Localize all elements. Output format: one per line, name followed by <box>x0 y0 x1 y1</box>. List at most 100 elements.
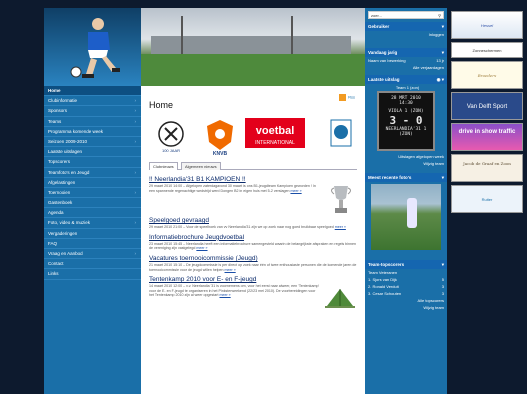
chevron-right-icon: › <box>134 189 137 195</box>
topscorers-more-link[interactable]: Alle topscorers <box>365 297 447 304</box>
news-tabs: Clubnieuws Algemeen nieuws <box>149 162 357 170</box>
trophy-icon <box>331 186 351 213</box>
topscorer-name[interactable]: Cesar Schouten <box>372 291 401 296</box>
topscorer-goals: 5 <box>441 277 444 282</box>
news-excerpt: 23 maart 2010 15:45 – Neerlandia heeft e… <box>149 242 357 251</box>
sponsor-column: Hessel Zonneschermen Broeders Van Delft … <box>447 8 527 394</box>
svg-text:100 JAAR: 100 JAAR <box>162 148 180 153</box>
nav-item-afgelastingen[interactable]: Afgelastingen <box>44 178 141 188</box>
rss-icon[interactable]: ◉ ▾ <box>437 75 444 84</box>
sponsor-banner[interactable]: Hessel <box>451 11 523 39</box>
nav-item-sponsors[interactable]: Sponsors › <box>44 106 141 117</box>
news-title[interactable]: Tentenkamp 2010 voor E- en F-jeugd <box>149 276 321 283</box>
sponsor-banner[interactable]: Zonneschermen <box>451 42 523 58</box>
topscorers-team[interactable]: Team Veteranen <box>365 269 447 276</box>
nav-item-agenda[interactable]: Agenda <box>44 208 141 219</box>
search-icon[interactable]: ⚲ <box>438 12 441 19</box>
topscorer-row: 3. Cesar Schouten 3 <box>365 290 447 297</box>
banner-floodlight <box>181 16 183 56</box>
jubilee-logo[interactable]: 100 JAAR <box>151 114 191 156</box>
nav-item-teams[interactable]: Teams › <box>44 117 141 127</box>
read-more-link[interactable]: meer » <box>335 225 346 229</box>
news-title[interactable]: Vacatures toernooicommissie (Jeugd) <box>149 255 357 262</box>
rss-link[interactable]: Rss <box>339 94 355 101</box>
uitslag-team[interactable]: Team 1 (zon) <box>365 84 447 91</box>
nav-item-seizoen[interactable]: Seizoen 2009-2010 › <box>44 137 141 148</box>
chevron-right-icon: › <box>134 220 137 226</box>
nav-item-gastenboek[interactable]: Gastenboek <box>44 198 141 209</box>
nav-item-programma[interactable]: Programma komende week <box>44 127 141 137</box>
knvb-logo[interactable]: KNVB <box>205 118 235 156</box>
news-title[interactable]: !! Neerlandia'31 B1 KAMPIOEN !! <box>149 176 321 183</box>
content-area: Home 100 JAAR KNVB voetbal INTERNATIONAL <box>141 86 365 309</box>
recent-photo[interactable] <box>371 184 441 250</box>
news-item: Informatiebrochure Jeugdvoetbal 23 maart… <box>149 234 357 251</box>
topscorer-goals: 3 <box>441 284 444 289</box>
nav-label: Seizoen 2009-2010 <box>48 138 88 144</box>
news-text: 29 maart 2010 21:00 – Voor de speelhoek … <box>149 225 334 230</box>
stichting-logo[interactable] <box>329 118 353 148</box>
topscorers-header: Team-topscorers ▾ <box>365 260 447 269</box>
jarig-title: Vandaag jarig <box>368 50 398 55</box>
nav-item-vergaderingen[interactable]: Vergaderingen <box>44 229 141 239</box>
uitslag-header: Laatste uitslag ◉ ▾ <box>365 75 447 84</box>
tab-algemeen-nieuws[interactable]: Algemeen nieuws <box>181 162 221 170</box>
chevron-down-icon[interactable]: ▾ <box>442 260 444 269</box>
nav-item-foto-video[interactable]: Foto, video & muziek › <box>44 218 141 229</box>
sponsor-banner[interactable]: Broeders <box>451 61 523 89</box>
nav-item-home[interactable]: Home <box>44 86 141 97</box>
news-title[interactable]: Speelgoed gevraagd <box>149 217 357 224</box>
nav-label: Toernooien <box>48 189 71 195</box>
scoreboard: 28 MRT 2010 14:30 VIOLA 1 (ZON) 3 - 0 NE… <box>377 91 435 151</box>
svg-text:INTERNATIONAL: INTERNATIONAL <box>255 140 295 146</box>
chevron-down-icon[interactable]: ▾ <box>442 173 444 182</box>
sponsor-banner[interactable]: drive in show traffic <box>451 123 523 151</box>
jarig-more-link[interactable]: Alle verjaardagen <box>365 64 447 71</box>
news-item: Speelgoed gevraagd 29 maart 2010 21:00 –… <box>149 217 357 230</box>
uitslag-more-link[interactable]: Uitslagen afgelopen week <box>365 153 447 160</box>
main-content: Rss Home 100 JAAR KNVB voetbal INTERNATI… <box>141 8 365 394</box>
read-more-link[interactable]: meer » <box>290 189 301 193</box>
news-text: 21 maart 2010 15:10 – De jeugdcommissie … <box>149 262 357 272</box>
tab-clubnieuws[interactable]: Clubnieuws <box>149 162 178 170</box>
read-more-link[interactable]: meer » <box>225 268 236 272</box>
nav-item-faq[interactable]: FAQ <box>44 239 141 249</box>
nav-item-clubinformatie[interactable]: Clubinformatie › <box>44 96 141 107</box>
uitslag-change-team[interactable]: Wijzig team <box>365 160 447 167</box>
search-input[interactable]: zoer... ⚲ <box>368 11 444 19</box>
search-placeholder: zoer... <box>371 13 382 18</box>
footballer-icon <box>70 18 120 78</box>
read-more-link[interactable]: meer » <box>219 293 230 297</box>
chevron-down-icon[interactable]: ▾ <box>442 22 444 31</box>
sponsor-banner[interactable]: Jacob de Graaf en Zoon <box>451 154 523 182</box>
chevron-down-icon[interactable]: ▾ <box>442 48 444 57</box>
jarig-name[interactable]: Naam van bewerking <box>368 58 406 63</box>
voetbal-international-logo[interactable]: voetbal INTERNATIONAL <box>245 118 305 148</box>
svg-text:KNVB: KNVB <box>213 151 228 156</box>
nav-item-toernooien[interactable]: Toernooien › <box>44 188 141 199</box>
foto-header: Meest recente foto's ▾ <box>365 173 447 182</box>
jarig-age: 13 jr <box>436 58 444 63</box>
nav-item-contact[interactable]: Contact <box>44 259 141 270</box>
chevron-right-icon: › <box>134 118 137 124</box>
nav-item-vraag-aanbod[interactable]: Vraag en Aanbod › <box>44 249 141 260</box>
nav-item-links[interactable]: Links <box>44 269 141 280</box>
news-excerpt: 21 maart 2010 15:10 – De jeugdcommissie … <box>149 263 357 272</box>
jarig-row: Naam van bewerking 13 jr <box>365 57 447 64</box>
nav-item-teamfotos[interactable]: Teamfoto's en Jeugd › <box>44 168 141 178</box>
sponsor-banner[interactable]: Ruiter <box>451 185 523 213</box>
news-excerpt: 29 maart 2010 21:00 – Voor de speelhoek … <box>149 225 357 230</box>
topscorer-name[interactable]: Sjors van Dijk <box>372 277 396 282</box>
news-title[interactable]: Informatiebrochure Jeugdvoetbal <box>149 234 357 241</box>
photo-player <box>407 198 417 228</box>
inloggen-link[interactable]: Inloggen <box>365 31 447 38</box>
topscorer-rank: 3. <box>368 291 372 296</box>
nav-item-topscorers[interactable]: Topscorers <box>44 157 141 168</box>
svg-text:voetbal: voetbal <box>256 125 295 137</box>
sponsor-banner[interactable]: Van Delft Sport <box>451 92 523 120</box>
news-item: Tentenkamp 2010 voor E- en F-jeugd 14 ma… <box>149 276 357 309</box>
topscorers-change-team[interactable]: Wijzig team <box>365 304 447 311</box>
topscorer-name[interactable]: Ronald Verduit <box>372 284 398 289</box>
read-more-link[interactable]: meer » <box>196 246 207 250</box>
nav-item-laatste-uitslagen[interactable]: Laatste uitslagen <box>44 147 141 158</box>
